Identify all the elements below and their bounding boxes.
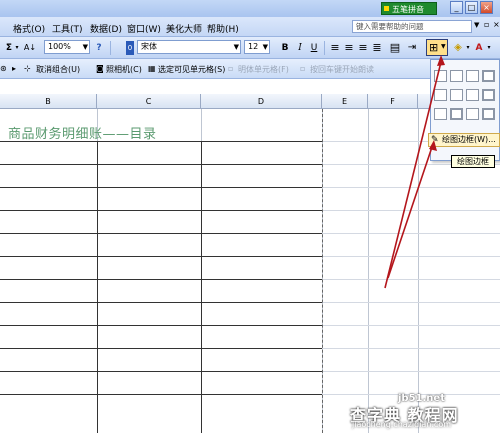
watermark-url: jiaocheng.chazidian.com (352, 420, 452, 429)
arrow-to-borders-button (384, 61, 442, 289)
arrowhead-icon (437, 55, 445, 66)
arrow-to-draw-borders (387, 146, 433, 279)
annotation-arrows (384, 55, 445, 289)
arrowhead-icon (429, 140, 437, 151)
